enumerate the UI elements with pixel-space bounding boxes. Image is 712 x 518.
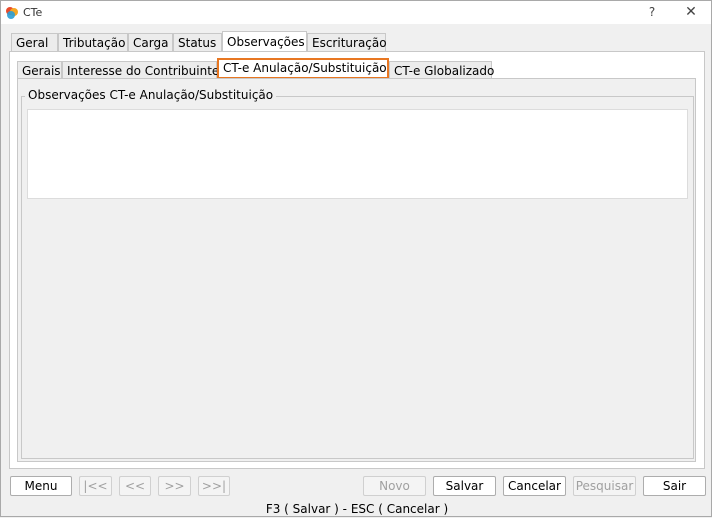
tab-escrituracao[interactable]: Escrituração <box>307 33 387 51</box>
window-title: CTe <box>23 6 43 19</box>
subtab-interesse-contribuinte[interactable]: Interesse do Contribuinte <box>62 61 219 79</box>
help-button[interactable]: ? <box>638 3 666 21</box>
subtab-gerais[interactable]: Gerais <box>17 61 62 79</box>
tab-observacoes[interactable]: Observações <box>222 31 307 52</box>
close-button[interactable]: ✕ <box>677 3 705 21</box>
tab-geral[interactable]: Geral <box>11 33 58 51</box>
last-record-button[interactable]: >>| <box>198 476 230 496</box>
subtab-cte-anulacao-substituicao[interactable]: CT-e Anulação/Substituição <box>217 58 389 79</box>
tab-status[interactable]: Status <box>173 33 222 51</box>
tab-tributacao[interactable]: Tributação <box>58 33 128 51</box>
observacoes-textarea[interactable] <box>27 109 688 199</box>
next-record-button[interactable]: >> <box>158 476 191 496</box>
status-bar: F3 ( Salvar ) - ESC ( Cancelar ) <box>265 502 449 516</box>
menu-button[interactable]: Menu <box>10 476 72 496</box>
subtab-cte-globalizado[interactable]: CT-e Globalizado <box>389 61 494 79</box>
novo-button[interactable]: Novo <box>363 476 426 496</box>
salvar-button[interactable]: Salvar <box>433 476 496 496</box>
previous-record-button[interactable]: << <box>119 476 151 496</box>
title-bar: CTe ? ✕ <box>1 1 711 24</box>
sair-button[interactable]: Sair <box>643 476 706 496</box>
cte-window: CTe ? ✕ Geral Tributação Carga Status Ob… <box>0 0 712 517</box>
cancelar-button[interactable]: Cancelar <box>503 476 566 496</box>
observacoes-groupbox-label: Observações CT-e Anulação/Substituição <box>25 88 277 103</box>
first-record-button[interactable]: |<< <box>79 476 112 496</box>
pesquisar-button[interactable]: Pesquisar <box>573 476 636 496</box>
tab-carga[interactable]: Carga <box>128 33 173 51</box>
app-logo-icon <box>6 7 18 19</box>
